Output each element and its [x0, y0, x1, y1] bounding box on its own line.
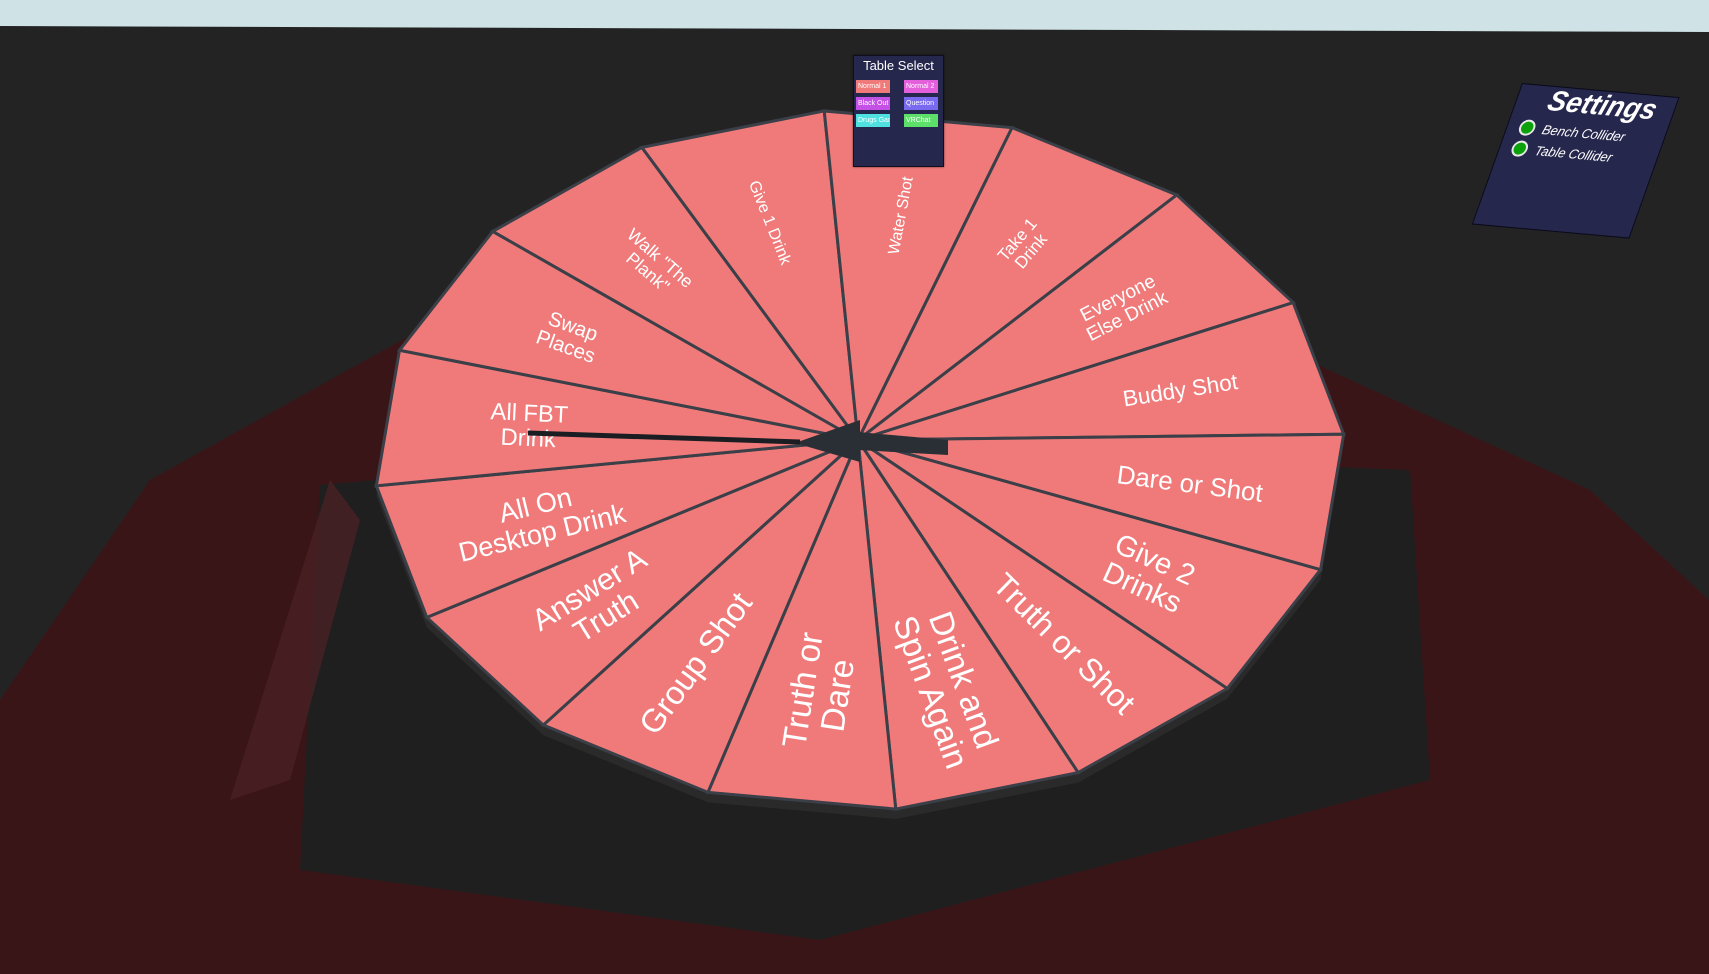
table-select-title: Table Select — [863, 58, 934, 73]
table-drugs-game-button[interactable]: Drugs Game — [856, 114, 890, 127]
table-normal-1-button[interactable]: Normal 1 — [856, 80, 890, 93]
table-question-button[interactable]: Question — [904, 97, 938, 110]
bench-collider-label: Bench Collider — [1540, 121, 1628, 144]
table-collider-row: Table Collider — [1509, 139, 1615, 165]
table-select-grid: Normal 1 Normal 2 Black Out Question Dru… — [856, 80, 941, 127]
table-select-panel: Table Select Normal 1 Normal 2 Black Out… — [853, 55, 944, 167]
table-vrchat-button[interactable]: VRChat — [904, 114, 938, 127]
table-collider-label: Table Collider — [1532, 142, 1615, 165]
table-collider-toggle[interactable] — [1509, 139, 1531, 158]
table-normal-2-button[interactable]: Normal 2 — [904, 80, 938, 93]
bench-collider-toggle[interactable] — [1516, 118, 1538, 137]
table-black-out-button[interactable]: Black Out — [856, 97, 890, 110]
